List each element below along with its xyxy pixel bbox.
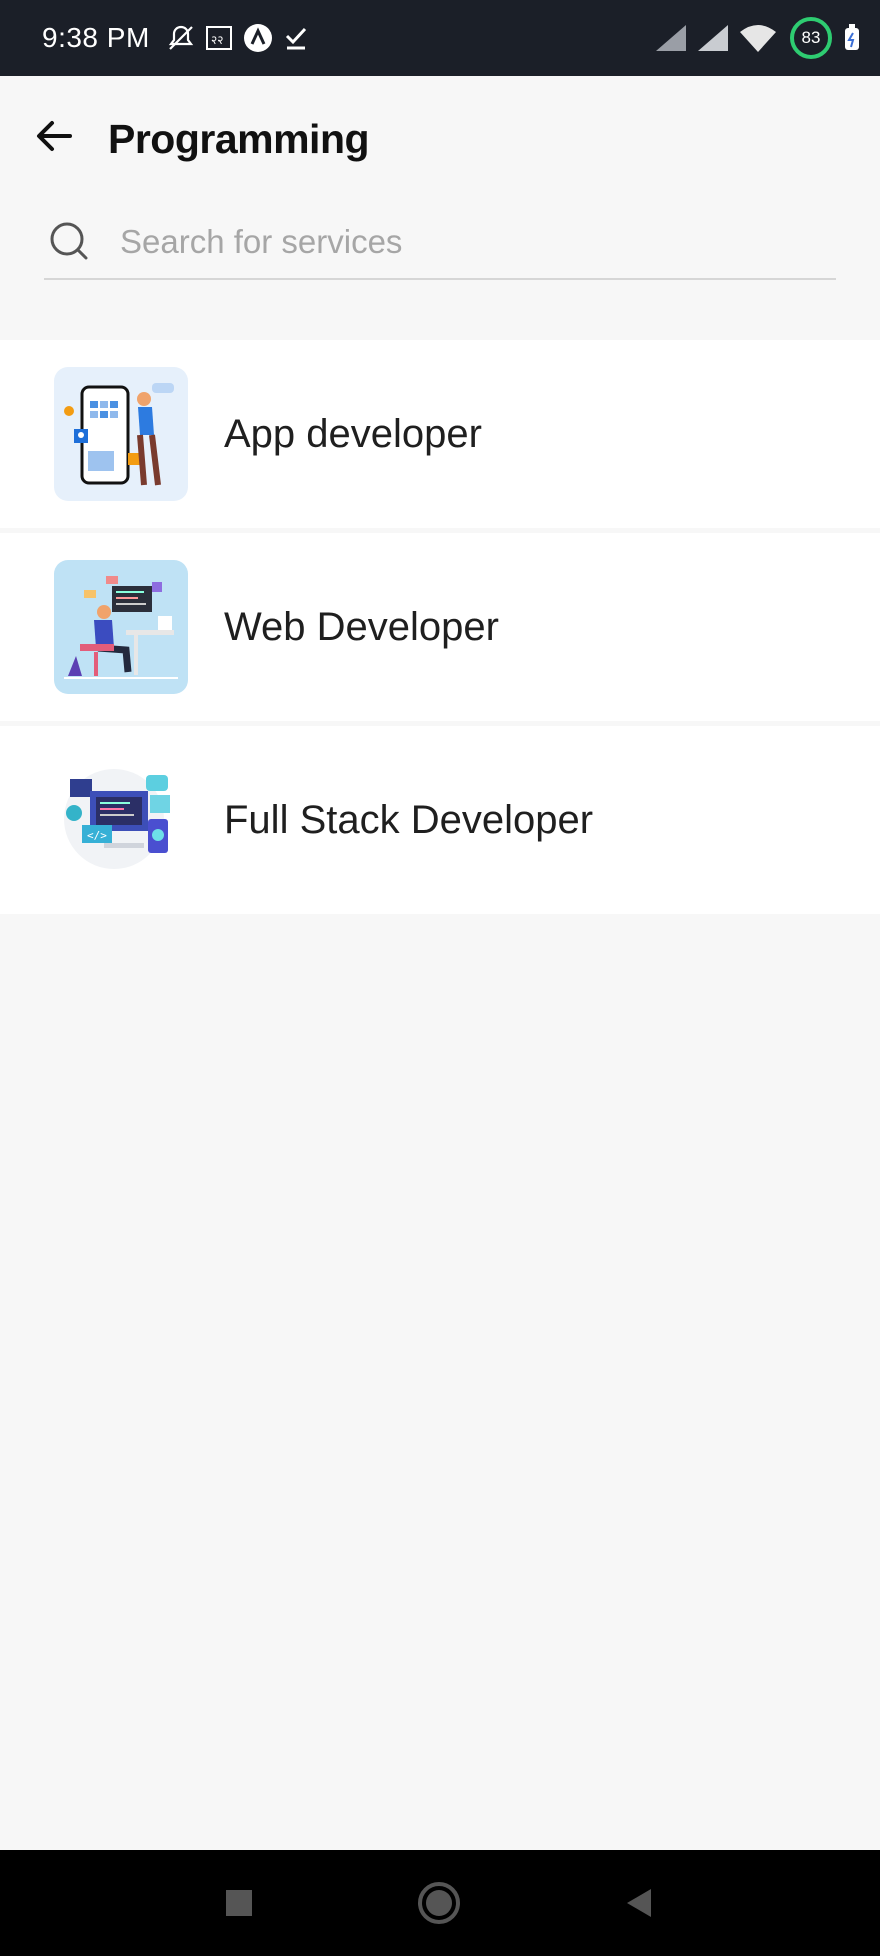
arrow-left-icon[interactable] bbox=[32, 114, 76, 158]
battery-icon: 83 bbox=[790, 17, 832, 59]
app-header: Programming bbox=[0, 76, 880, 186]
list-item-label: App developer bbox=[224, 411, 482, 456]
list-item-label: Web Developer bbox=[224, 604, 499, 649]
search-icon[interactable] bbox=[46, 218, 94, 266]
status-time: 9:38 PM bbox=[42, 22, 150, 53]
list-item[interactable]: Web Developer bbox=[0, 533, 880, 721]
services-list: App developer Web Developer </> Full Sta… bbox=[0, 340, 880, 914]
app-developer-thumbnail bbox=[54, 367, 188, 501]
signal-icon bbox=[696, 23, 730, 53]
signal-icon bbox=[654, 23, 688, 53]
recents-square-icon[interactable] bbox=[216, 1880, 262, 1926]
navigation-bar bbox=[0, 1850, 880, 1956]
svg-text:२२: २२ bbox=[211, 33, 223, 47]
home-circle-icon[interactable] bbox=[414, 1878, 464, 1928]
back-triangle-icon[interactable] bbox=[616, 1880, 662, 1926]
page-title: Programming bbox=[108, 116, 370, 162]
list-item[interactable]: </> Full Stack Developer bbox=[0, 726, 880, 914]
status-left: 9:38 PM २२ bbox=[42, 22, 310, 54]
sim-icon: २२ bbox=[204, 23, 234, 53]
list-item-label: Full Stack Developer bbox=[224, 797, 594, 842]
check-icon bbox=[282, 24, 310, 52]
mute-icon bbox=[166, 23, 196, 53]
battery-level: 83 bbox=[801, 28, 821, 47]
status-right: 83 bbox=[646, 0, 862, 76]
search-bar[interactable] bbox=[44, 206, 836, 280]
search-input[interactable] bbox=[118, 222, 802, 262]
svg-text:</>: </> bbox=[87, 829, 107, 842]
app-icon bbox=[242, 22, 274, 54]
wifi-icon bbox=[738, 22, 778, 54]
full-stack-thumbnail: </> bbox=[54, 753, 188, 887]
list-item[interactable]: App developer bbox=[0, 340, 880, 528]
status-bar: 9:38 PM २२ 83 bbox=[0, 0, 880, 76]
usb-icon bbox=[842, 22, 862, 54]
web-developer-thumbnail bbox=[54, 560, 188, 694]
